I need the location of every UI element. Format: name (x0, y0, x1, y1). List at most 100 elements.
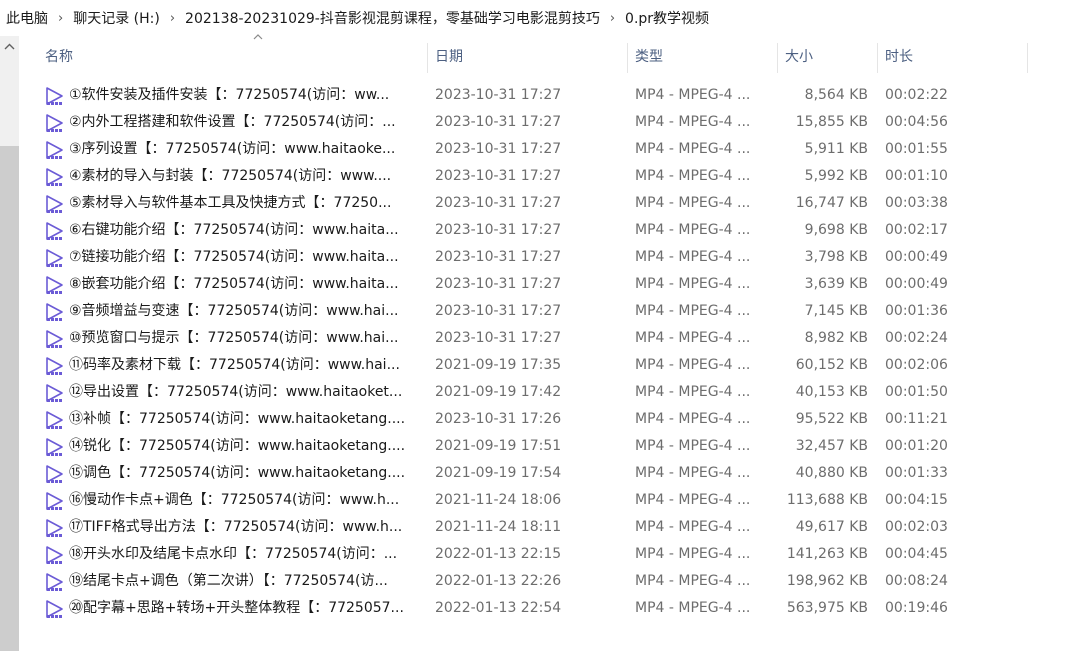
file-name-cell[interactable]: ⑤素材导入与软件基本工具及快捷方式【：77250... (45, 190, 419, 217)
column-header-type[interactable]: 类型 (635, 36, 775, 78)
file-name-cell[interactable]: ⑬补帧【：77250574(访问：www.haitaoketang.... (45, 406, 419, 433)
video-file-play-icon (45, 329, 65, 349)
scroll-up-arrow-icon[interactable] (3, 42, 16, 54)
file-name-cell[interactable]: ⑮调色【：77250574(访问：www.haitaoketang.... (45, 460, 419, 487)
file-name-cell[interactable]: ⑥右键功能介绍【：77250574(访问：www.haita... (45, 217, 419, 244)
file-name-cell[interactable]: ④素材的导入与封装【：77250574(访问：www.... (45, 163, 419, 190)
column-header-row: 名称 日期 类型 大小 时长 (19, 34, 1069, 78)
breadcrumb-item-drive[interactable]: 聊天记录 (H:) (73, 8, 160, 28)
file-name-cell[interactable]: ⑭锐化【：77250574(访问：www.haitaoketang.... (45, 433, 419, 460)
file-type: MP4 - MPEG-4 ... (635, 492, 751, 508)
video-file-play-icon (45, 599, 65, 619)
column-divider[interactable] (1027, 43, 1028, 73)
file-name-cell[interactable]: ⑰TIFF格式导出方法【：77250574(访问：www.h... (45, 514, 419, 541)
video-file-play-icon (45, 248, 65, 268)
breadcrumb-separator-icon[interactable]: › (610, 11, 615, 26)
file-type: MP4 - MPEG-4 ... (635, 411, 751, 427)
file-name-cell[interactable]: ②内外工程搭建和软件设置【：77250574(访问：... (45, 109, 419, 136)
file-name-cell[interactable]: ⑱开头水印及结尾卡点水印【：77250574(访问：... (45, 541, 419, 568)
file-row[interactable]: ⑫导出设置【：77250574(访问：www.haitaoket... 2021-… (19, 379, 1069, 406)
file-size: 5,911 KB (804, 141, 868, 157)
file-name: ⑯慢动作卡点+调色【：77250574(访问：www.h... (69, 492, 400, 508)
file-date: 2023-10-31 17:27 (435, 141, 562, 157)
file-size: 60,152 KB (795, 357, 868, 373)
file-size: 113,688 KB (786, 492, 868, 508)
file-row[interactable]: ⑮调色【：77250574(访问：www.haitaoketang.... 202… (19, 460, 1069, 487)
address-bar[interactable]: 此电脑 › 聊天记录 (H:) › 202138-20231029-抖音影视混剪… (0, 0, 1069, 36)
column-header-name[interactable]: 名称 (45, 34, 425, 78)
file-name-cell[interactable]: ⑲结尾卡点+调色（第二次讲）【：77250574(访... (45, 568, 419, 595)
file-date: 2023-10-31 17:27 (435, 276, 562, 292)
file-row[interactable]: ⑪码率及素材下载【：77250574(访问：www.hai... 2021-09-… (19, 352, 1069, 379)
file-duration: 00:02:22 (885, 87, 948, 103)
file-duration: 00:01:10 (885, 168, 948, 184)
column-header-date[interactable]: 日期 (435, 36, 625, 78)
breadcrumb-separator-icon[interactable]: › (170, 11, 175, 26)
column-divider[interactable] (877, 43, 878, 73)
file-name: ⑥右键功能介绍【：77250574(访问：www.haita... (69, 222, 399, 238)
file-row[interactable]: ⑱开头水印及结尾卡点水印【：77250574(访问：... 2022-01-13 … (19, 541, 1069, 568)
column-header-size[interactable]: 大小 (785, 36, 875, 78)
file-row[interactable]: ⑭锐化【：77250574(访问：www.haitaoketang.... 202… (19, 433, 1069, 460)
file-type: MP4 - MPEG-4 ... (635, 519, 751, 535)
file-name-cell[interactable]: ⑦链接功能介绍【：77250574(访问：www.haita... (45, 244, 419, 271)
file-size: 198,962 KB (786, 573, 868, 589)
file-date: 2023-10-31 17:27 (435, 330, 562, 346)
file-row[interactable]: ⑳配字幕+思路+转场+开头整体教程【：7725057... 2022-01-13 … (19, 595, 1069, 622)
breadcrumb-separator-icon[interactable]: › (58, 11, 63, 26)
file-name: ⑮调色【：77250574(访问：www.haitaoketang.... (69, 465, 406, 481)
file-date: 2021-09-19 17:35 (435, 357, 562, 373)
file-duration: 00:04:45 (885, 546, 948, 562)
file-name-cell[interactable]: ⑯慢动作卡点+调色【：77250574(访问：www.h... (45, 487, 419, 514)
file-row[interactable]: ④素材的导入与封装【：77250574(访问：www.... 2023-10-31… (19, 163, 1069, 190)
file-type: MP4 - MPEG-4 ... (635, 546, 751, 562)
file-type: MP4 - MPEG-4 ... (635, 438, 751, 454)
file-type: MP4 - MPEG-4 ... (635, 465, 751, 481)
file-name-cell[interactable]: ⑨音频增益与变速【：77250574(访问：www.hai... (45, 298, 419, 325)
file-name-cell[interactable]: ①软件安装及插件安装【：77250574(访问：ww... (45, 82, 419, 109)
breadcrumb-item-current-folder[interactable]: 0.pr教学视频 (625, 8, 709, 28)
scrollbar-thumb[interactable] (0, 146, 19, 651)
file-duration: 00:00:49 (885, 249, 948, 265)
column-divider[interactable] (627, 43, 628, 73)
file-row[interactable]: ⑤素材导入与软件基本工具及快捷方式【：77250... 2023-10-31 17… (19, 190, 1069, 217)
file-type: MP4 - MPEG-4 ... (635, 384, 751, 400)
breadcrumb-item-pc[interactable]: 此电脑 (6, 8, 48, 28)
file-name-cell[interactable]: ⑪码率及素材下载【：77250574(访问：www.hai... (45, 352, 419, 379)
column-divider[interactable] (427, 43, 428, 73)
nav-pane-scrollbar[interactable] (0, 36, 19, 651)
file-duration: 00:02:24 (885, 330, 948, 346)
file-row[interactable]: ⑲结尾卡点+调色（第二次讲）【：77250574(访... 2022-01-13 … (19, 568, 1069, 595)
video-file-play-icon (45, 572, 65, 592)
file-row[interactable]: ⑥右键功能介绍【：77250574(访问：www.haita... 2023-10… (19, 217, 1069, 244)
file-size: 49,617 KB (795, 519, 868, 535)
file-type: MP4 - MPEG-4 ... (635, 114, 751, 130)
file-row[interactable]: ⑨音频增益与变速【：77250574(访问：www.hai... 2023-10-… (19, 298, 1069, 325)
file-size: 563,975 KB (786, 600, 868, 616)
file-row[interactable]: ⑦链接功能介绍【：77250574(访问：www.haita... 2023-10… (19, 244, 1069, 271)
file-duration: 00:11:21 (885, 411, 948, 427)
video-file-play-icon (45, 491, 65, 511)
file-name-cell[interactable]: ⑧嵌套功能介绍【：77250574(访问：www.haita... (45, 271, 419, 298)
file-name-cell[interactable]: ⑫导出设置【：77250574(访问：www.haitaoket... (45, 379, 419, 406)
file-name-cell[interactable]: ⑳配字幕+思路+转场+开头整体教程【：7725057... (45, 595, 419, 622)
file-name-cell[interactable]: ③序列设置【：77250574(访问：www.haitaoke... (45, 136, 419, 163)
file-row[interactable]: ①软件安装及插件安装【：77250574(访问：ww... 2023-10-31 … (19, 82, 1069, 109)
column-divider[interactable] (777, 43, 778, 73)
file-row[interactable]: ②内外工程搭建和软件设置【：77250574(访问：... 2023-10-31 … (19, 109, 1069, 136)
video-file-play-icon (45, 140, 65, 160)
file-row[interactable]: ⑬补帧【：77250574(访问：www.haitaoketang.... 202… (19, 406, 1069, 433)
breadcrumb-item-course-folder[interactable]: 202138-20231029-抖音影视混剪课程，零基础学习电影混剪技巧 (185, 8, 600, 28)
column-header-duration[interactable]: 时长 (885, 36, 1025, 78)
file-duration: 00:00:49 (885, 276, 948, 292)
file-row[interactable]: ⑩预览窗口与提示【：77250574(访问：www.hai... 2023-10-… (19, 325, 1069, 352)
video-file-play-icon (45, 410, 65, 430)
file-row[interactable]: ③序列设置【：77250574(访问：www.haitaoke... 2023-1… (19, 136, 1069, 163)
video-file-play-icon (45, 545, 65, 565)
file-date: 2023-10-31 17:27 (435, 303, 562, 319)
file-row[interactable]: ⑰TIFF格式导出方法【：77250574(访问：www.h... 2021-11… (19, 514, 1069, 541)
file-row[interactable]: ⑯慢动作卡点+调色【：77250574(访问：www.h... 2021-11-2… (19, 487, 1069, 514)
file-name-cell[interactable]: ⑩预览窗口与提示【：77250574(访问：www.hai... (45, 325, 419, 352)
file-size: 141,263 KB (786, 546, 868, 562)
file-row[interactable]: ⑧嵌套功能介绍【：77250574(访问：www.haita... 2023-10… (19, 271, 1069, 298)
